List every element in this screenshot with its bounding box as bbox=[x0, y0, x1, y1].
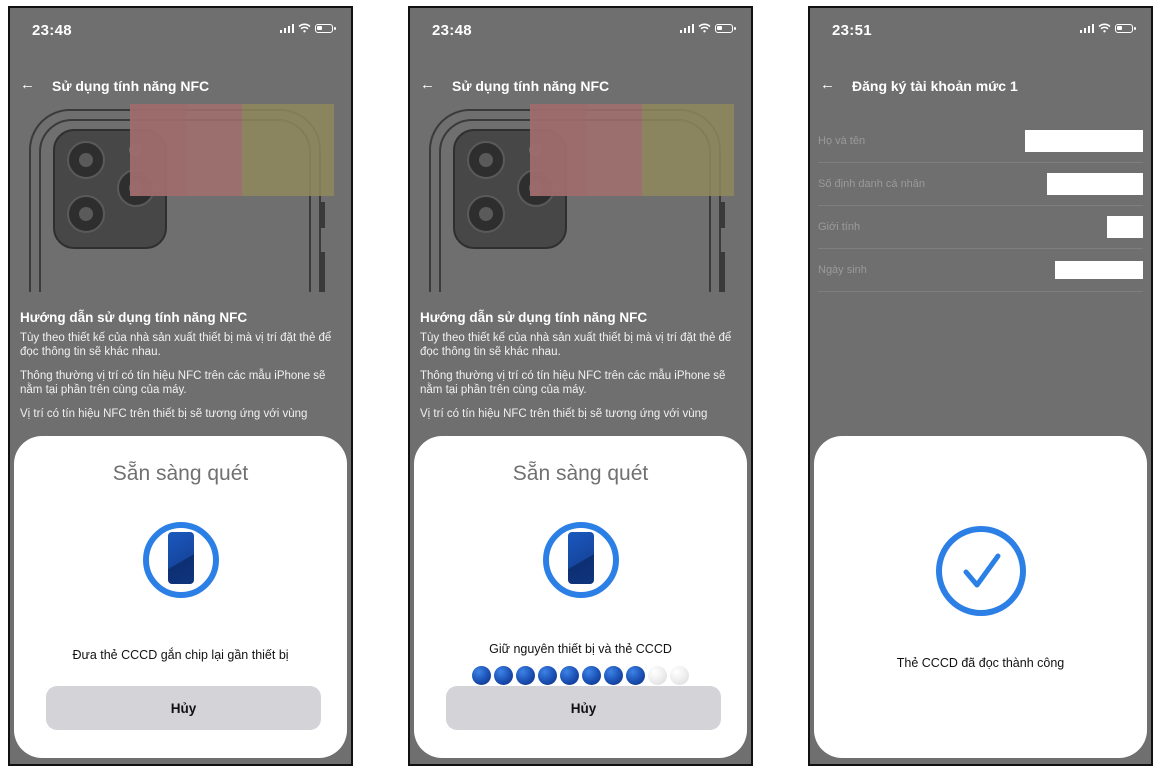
status-bar: 23:48 bbox=[10, 8, 351, 48]
sheet-title: Sẵn sàng quét bbox=[512, 462, 649, 485]
sheet-title: Sẵn sàng quét bbox=[112, 462, 249, 485]
progress-dot bbox=[516, 666, 535, 685]
back-arrow-icon[interactable]: ← bbox=[820, 76, 835, 93]
field-label: Ngày sinh bbox=[818, 264, 867, 276]
progress-dot bbox=[494, 666, 513, 685]
progress-dot bbox=[582, 666, 601, 685]
progress-dot bbox=[670, 666, 689, 685]
scan-sheet: Sẵn sàng quét Đưa thẻ CCCD gắn chip lại … bbox=[14, 436, 347, 758]
form-row-birth-date: Ngày sinh bbox=[818, 249, 1143, 292]
system-icons bbox=[279, 23, 336, 33]
page-title: Đăng ký tài khoản mức 1 bbox=[852, 78, 1018, 94]
wifi-icon bbox=[298, 23, 311, 33]
app-bar: ← Đăng ký tài khoản mức 1 bbox=[810, 72, 1151, 100]
redacted-value bbox=[1055, 261, 1143, 279]
status-time: 23:48 bbox=[32, 22, 72, 39]
status-bar: 23:51 bbox=[810, 8, 1151, 48]
registration-form: Họ và tên Số định danh cá nhân Giới tính… bbox=[810, 120, 1151, 292]
nfc-guide: Hướng dẫn sử dụng tính năng NFC Tùy theo… bbox=[20, 310, 339, 431]
sheet-message: Giữ nguyên thiết bị và thẻ CCCD bbox=[489, 642, 672, 656]
redacted-value bbox=[1047, 173, 1143, 195]
iphone-nfc-illustration bbox=[429, 104, 734, 292]
status-bar: 23:48 bbox=[410, 8, 751, 48]
form-row-gender: Giới tính bbox=[818, 206, 1143, 249]
scan-progress-indicator bbox=[414, 666, 747, 685]
status-time: 23:48 bbox=[432, 22, 472, 39]
phone-scan-icon bbox=[542, 522, 619, 598]
form-row-id-number: Số định danh cá nhân bbox=[818, 163, 1143, 206]
guide-paragraph: Vị trí có tín hiệu NFC trên thiết bị sẽ … bbox=[20, 408, 308, 420]
wifi-icon bbox=[1098, 23, 1111, 33]
form-row-full-name: Họ và tên bbox=[818, 120, 1143, 163]
sheet-message: Đưa thẻ CCCD gắn chip lại gần thiết bị bbox=[72, 648, 289, 662]
phone-screen-success: 23:51 ← Đăng ký tài khoản mức 1 Họ và tê… bbox=[808, 6, 1153, 766]
system-icons bbox=[1079, 23, 1136, 33]
guide-paragraph: Tùy theo thiết kế của nhà sản xuất thiết… bbox=[20, 332, 332, 358]
system-icons bbox=[679, 23, 736, 33]
app-bar: ← Sử dụng tính năng NFC bbox=[10, 72, 351, 100]
page-title: Sử dụng tính năng NFC bbox=[52, 78, 210, 94]
guide-paragraph: Thông thường vị trí có tín hiệu NFC trên… bbox=[420, 370, 726, 396]
progress-dot bbox=[538, 666, 557, 685]
nfc-guide: Hướng dẫn sử dụng tính năng NFC Tùy theo… bbox=[420, 310, 739, 431]
back-arrow-icon[interactable]: ← bbox=[420, 76, 435, 93]
field-label: Số định danh cá nhân bbox=[818, 178, 926, 190]
sheet-message: Thẻ CCCD đã đọc thành công bbox=[896, 656, 1065, 670]
cancel-button[interactable]: Hủy bbox=[446, 686, 721, 730]
guide-paragraph: Thông thường vị trí có tín hiệu NFC trên… bbox=[20, 370, 326, 396]
battery-icon bbox=[715, 23, 736, 33]
app-bar: ← Sử dụng tính năng NFC bbox=[410, 72, 751, 100]
checkmark-icon bbox=[935, 526, 1026, 616]
progress-dot bbox=[648, 666, 667, 685]
redacted-value bbox=[1107, 216, 1143, 238]
progress-dot bbox=[604, 666, 623, 685]
guide-paragraph: Vị trí có tín hiệu NFC trên thiết bị sẽ … bbox=[420, 408, 708, 420]
signal-icon bbox=[279, 23, 294, 33]
battery-icon bbox=[1115, 23, 1136, 33]
signal-icon bbox=[679, 23, 694, 33]
phone-screen-scanning: 23:48 ← Sử dụng tính năng NFC Hướng dẫn … bbox=[408, 6, 753, 766]
battery-icon bbox=[315, 23, 336, 33]
progress-dot bbox=[560, 666, 579, 685]
guide-paragraph: Tùy theo thiết kế của nhà sản xuất thiết… bbox=[420, 332, 732, 358]
progress-dot bbox=[472, 666, 491, 685]
scan-sheet: Sẵn sàng quét Giữ nguyên thiết bị và thẻ… bbox=[414, 436, 747, 758]
back-arrow-icon[interactable]: ← bbox=[20, 76, 35, 93]
cancel-button[interactable]: Hủy bbox=[46, 686, 321, 730]
wifi-icon bbox=[698, 23, 711, 33]
phone-screen-ready-scan: 23:48 ← Sử dụng tính năng NFC Hướng dẫn … bbox=[8, 6, 353, 766]
phone-scan-icon bbox=[142, 522, 219, 598]
field-label: Giới tính bbox=[818, 221, 861, 233]
redacted-value bbox=[1025, 130, 1143, 152]
status-time: 23:51 bbox=[832, 22, 872, 39]
signal-icon bbox=[1079, 23, 1094, 33]
guide-heading: Hướng dẫn sử dụng tính năng NFC bbox=[420, 310, 648, 325]
field-label: Họ và tên bbox=[818, 135, 866, 147]
success-sheet: Thẻ CCCD đã đọc thành công bbox=[814, 436, 1147, 758]
guide-heading: Hướng dẫn sử dụng tính năng NFC bbox=[20, 310, 248, 325]
iphone-nfc-illustration bbox=[29, 104, 334, 292]
page-title: Sử dụng tính năng NFC bbox=[452, 78, 610, 94]
progress-dot bbox=[626, 666, 645, 685]
